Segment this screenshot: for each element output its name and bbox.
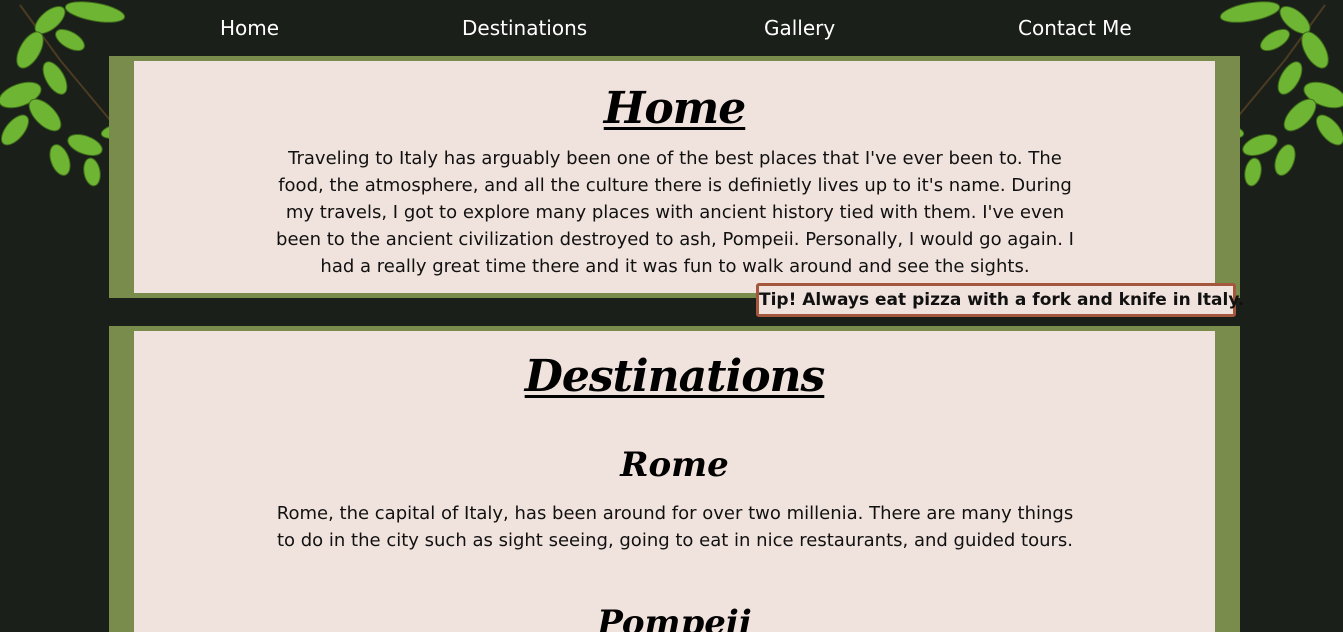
destinations-panel: Destinations Rome Rome, the capital of I… (134, 331, 1215, 632)
home-section: Home Traveling to Italy has arguably bee… (109, 56, 1240, 298)
destinations-section: Destinations Rome Rome, the capital of I… (109, 326, 1240, 632)
nav-link-destinations[interactable]: Destinations (462, 14, 587, 42)
page: Home Destinations Gallery Contact Me Hom… (0, 0, 1343, 632)
nav-link-home[interactable]: Home (220, 14, 279, 42)
tip-box: Tip! Always eat pizza with a fork and kn… (756, 283, 1244, 317)
nav-link-contact[interactable]: Contact Me (1018, 14, 1132, 42)
destinations-heading: Destinations (524, 351, 826, 402)
rome-heading: Rome (620, 445, 729, 485)
pompeii-heading: Pompeii (597, 603, 752, 632)
home-heading: Home (603, 83, 746, 134)
home-paragraph: Traveling to Italy has arguably been one… (276, 148, 1074, 277)
main-nav: Home Destinations Gallery Contact Me (0, 0, 1343, 56)
home-panel: Home Traveling to Italy has arguably bee… (134, 61, 1215, 293)
rome-paragraph: Rome, the capital of Italy, has been aro… (276, 503, 1074, 551)
nav-link-gallery[interactable]: Gallery (764, 14, 835, 42)
